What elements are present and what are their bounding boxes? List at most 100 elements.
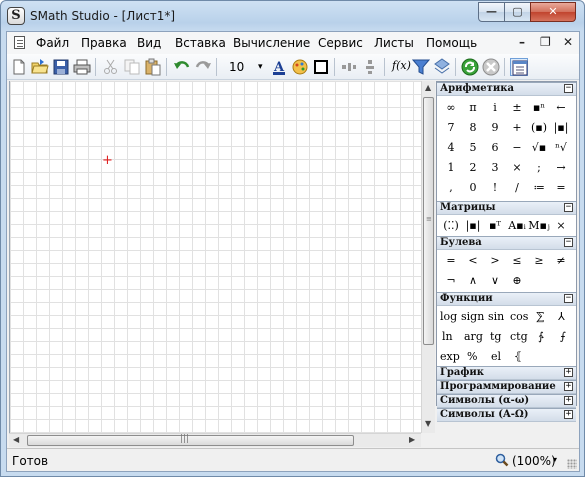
expand-icon[interactable]: + [564,410,573,419]
panel-button[interactable]: |▪| [550,119,572,137]
panel-button[interactable]: arg [464,328,483,346]
scroll-left-icon[interactable]: ◀ [13,435,19,444]
mdi-minimize-button[interactable]: – [519,35,525,49]
menu-sheets[interactable]: Листы [374,36,414,50]
menu-calculation[interactable]: Вычисление [233,36,310,50]
panel-button[interactable]: ▪ᵀ [484,217,506,235]
panel-button[interactable]: 9 [484,119,506,137]
panel-button[interactable]: ∧ [462,272,484,290]
new-document-icon[interactable] [10,58,28,76]
border-icon[interactable] [312,58,330,76]
panel-header-boolean[interactable]: Булева − [437,236,576,250]
panel-button[interactable]: ∞ [440,99,462,117]
horizontal-scroll-thumb[interactable]: ||| [27,434,354,446]
sidebar-toggle-icon[interactable] [510,58,528,76]
panel-button[interactable]: 2 [462,159,484,177]
recalculate-icon[interactable] [461,58,479,76]
panel-button[interactable]: → [550,159,572,177]
panel-header-greek-upper[interactable]: Символы (Α-Ω) + [437,408,576,422]
panel-button[interactable]: ln [442,328,453,346]
scroll-down-icon[interactable]: ▼ [425,419,431,428]
undo-icon[interactable] [173,58,191,76]
panel-button[interactable]: exp [440,348,460,366]
panel-button[interactable]: + [506,119,528,137]
function-icon[interactable]: f(x) [392,59,411,72]
panel-button[interactable]: < [462,252,484,270]
mdi-restore-button[interactable]: ❐ [540,35,551,49]
collapse-icon[interactable]: − [564,84,573,93]
menu-view[interactable]: Вид [137,36,161,50]
menu-file[interactable]: Файл [36,36,69,50]
close-button[interactable]: ✕ [530,2,576,22]
panel-header-functions[interactable]: Функции − [437,292,576,306]
panel-button[interactable]: 0 [462,179,484,197]
expand-icon[interactable]: + [564,368,573,377]
open-folder-icon[interactable] [31,58,49,76]
panel-button[interactable]: / [506,179,528,197]
panel-header-programming[interactable]: Программирование + [437,380,576,394]
panel-button[interactable]: tg [490,328,501,346]
panel-button[interactable]: = [550,179,572,197]
panel-button[interactable]: ← [550,99,572,117]
panel-button[interactable]: 6 [484,139,506,157]
copy-icon[interactable] [123,58,141,76]
resize-grip-icon[interactable] [567,459,577,469]
vertical-scrollbar[interactable]: ▲ ≡ ▼ [421,81,435,433]
collapse-icon[interactable]: − [564,203,573,212]
vertical-scroll-thumb[interactable]: ≡ [423,97,434,345]
panel-button[interactable]: × [506,159,528,177]
panel-button[interactable]: ⨍ [560,328,566,346]
zoom-level[interactable]: (100%) [512,454,556,468]
paste-icon[interactable] [144,58,162,76]
align-vertical-icon[interactable] [361,58,379,76]
panel-button[interactable]: ⊕ [506,272,528,290]
print-icon[interactable] [73,58,91,76]
panel-button[interactable]: > [484,252,506,270]
panel-button[interactable]: (⁚⁚) [440,217,462,235]
panel-button[interactable]: ≤ [506,252,528,270]
save-icon[interactable] [52,58,70,76]
panel-button[interactable]: log [440,308,457,326]
zoom-icon[interactable] [495,453,509,467]
panel-button[interactable]: % [467,348,477,366]
panel-header-graph[interactable]: График + [437,366,576,380]
panel-button[interactable]: sin [488,308,504,326]
panel-header-arithmetic[interactable]: Арифметика − [437,82,576,96]
menu-edit[interactable]: Правка [81,36,127,50]
minimize-button[interactable]: — [478,2,505,22]
panel-button[interactable]: √▪ [528,139,550,157]
panel-button[interactable]: i [484,99,506,117]
panel-button[interactable]: 5 [462,139,484,157]
fill-color-icon[interactable] [291,58,309,76]
panel-button[interactable]: = [440,252,462,270]
panel-button[interactable]: ⨯ [550,217,572,235]
panel-button[interactable]: A▪ᵢ [506,217,528,235]
panel-button[interactable]: ¬ [440,272,462,290]
chevron-down-icon[interactable]: ▾ [553,455,557,464]
panel-button[interactable]: ⅄ [558,308,565,326]
panel-header-matrices[interactable]: Матрицы − [437,201,576,215]
panel-button[interactable]: ⁿ√ [550,139,572,157]
panel-button[interactable]: ∨ [484,272,506,290]
mdi-close-button[interactable]: ✕ [563,35,573,49]
chevron-down-icon[interactable]: ▾ [258,58,263,76]
expand-icon[interactable]: + [564,396,573,405]
panel-button[interactable]: el [491,348,501,366]
panel-button[interactable]: ≠ [550,252,572,270]
horizontal-scrollbar[interactable]: ◀ ||| ▶ [9,433,421,447]
panel-button[interactable]: ctg [510,328,528,346]
filter-icon[interactable] [411,58,431,76]
panel-button[interactable]: ! [484,179,506,197]
panel-button[interactable]: ∱ [538,328,544,346]
panel-button[interactable]: 3 [484,159,506,177]
panel-button[interactable]: (▪) [528,119,550,137]
cut-icon[interactable] [102,58,120,76]
menu-insert[interactable]: Вставка [175,36,226,50]
panel-button[interactable]: cos [510,308,528,326]
panel-button[interactable]: ⅀ [536,308,544,326]
plugins-icon[interactable] [433,58,451,76]
expand-icon[interactable]: + [564,382,573,391]
scroll-right-icon[interactable]: ▶ [409,435,415,444]
panel-button[interactable]: − [506,139,528,157]
panel-button[interactable]: ▪ⁿ [528,99,550,117]
